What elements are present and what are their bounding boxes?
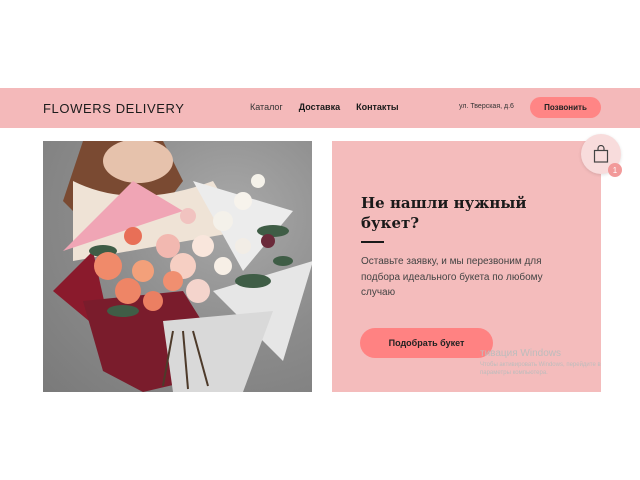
promo-description: Оставьте заявку, и мы перезвоним для под…	[361, 256, 543, 298]
nav-link-delivery[interactable]: Доставка	[299, 102, 340, 112]
watermark-text: Чтобы активировать Windows, перейдите в …	[480, 362, 601, 376]
bouquet-photo	[43, 141, 312, 392]
windows-activation-watermark: тивация Windows Чтобы активировать Windo…	[480, 348, 630, 377]
nav-link-contacts[interactable]: Контакты	[356, 102, 398, 112]
nav-link-catalog[interactable]: Каталог	[250, 102, 283, 112]
store-address: ул. Тверская, д.6	[459, 103, 514, 110]
promo-title: Не нашли нужный букет?	[361, 194, 527, 232]
shopping-bag-icon	[593, 145, 609, 163]
main-nav: Каталог Доставка Контакты	[250, 102, 399, 112]
bouquet-illustration	[53, 141, 312, 392]
call-button[interactable]: Позвонить	[530, 97, 601, 118]
cart-count-badge: 1	[608, 163, 622, 177]
pick-bouquet-button[interactable]: Подобрать букет	[360, 328, 493, 358]
site-logo[interactable]: FLOWERS DELIVERY	[43, 101, 185, 116]
watermark-title: тивация Windows	[480, 348, 562, 359]
title-divider	[361, 241, 384, 243]
site-header: FLOWERS DELIVERY Каталог Доставка Контак…	[0, 88, 640, 128]
